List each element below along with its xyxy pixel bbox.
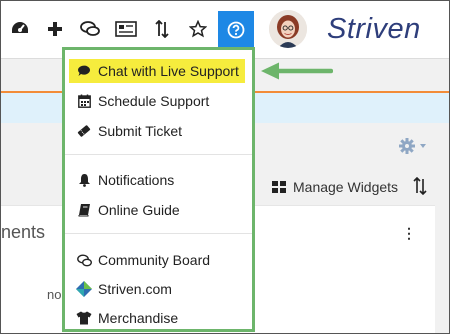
menu-item-striven-com[interactable]: Striven.com [69, 277, 172, 301]
menu-item-merchandise[interactable]: Merchandise [69, 306, 178, 330]
menu-item-community-board[interactable]: Community Board [69, 248, 210, 272]
star-icon[interactable] [184, 15, 212, 43]
chat-icon[interactable] [76, 15, 104, 43]
calendar-icon [76, 93, 92, 109]
striven-logo-icon [76, 281, 92, 297]
tshirt-icon [76, 310, 92, 326]
menu-item-online-guide[interactable]: Online Guide [69, 198, 180, 222]
menu-item-label: Striven.com [98, 281, 172, 297]
widget-panel-title: nents [1, 222, 46, 242]
menu-item-label: Chat with Live Support [98, 63, 239, 79]
settings-gear-icon[interactable] [398, 137, 428, 160]
help-dropdown-menu: Chat with Live Support Schedule Support … [62, 47, 255, 332]
menu-item-submit-ticket[interactable]: Submit Ticket [69, 119, 182, 143]
menu-item-label: Online Guide [98, 202, 180, 218]
bell-icon [76, 172, 92, 188]
help-button[interactable] [218, 11, 254, 48]
manage-widgets-button[interactable]: Manage Widgets [293, 179, 398, 195]
comments-icon [76, 252, 92, 268]
menu-item-label: Merchandise [98, 310, 179, 326]
menu-item-chat-live-support[interactable]: Chat with Live Support [69, 59, 245, 83]
book-icon [76, 202, 92, 218]
help-icon [227, 21, 245, 38]
sort-widgets-icon[interactable] [413, 176, 427, 200]
menu-item-label: Submit Ticket [98, 123, 183, 139]
chat-bubble-icon [76, 63, 92, 79]
menu-item-label: Schedule Support [98, 93, 210, 109]
widget-panel-text: no [47, 287, 62, 302]
menu-divider [65, 154, 252, 155]
menu-divider [65, 233, 252, 234]
menu-item-schedule-support[interactable]: Schedule Support [69, 89, 209, 113]
user-avatar[interactable] [269, 10, 307, 48]
callout-arrow-icon [261, 62, 333, 80]
brand-logo[interactable]: Striven [327, 13, 421, 46]
dashboard-icon[interactable] [6, 15, 34, 43]
ticket-icon [76, 123, 92, 139]
menu-item-label: Community Board [98, 252, 211, 268]
app-window: Striven Manage Widgets nents ⋮ no Chat w… [0, 0, 450, 334]
grid-icon [272, 180, 286, 198]
kebab-menu-icon[interactable]: ⋮ [402, 225, 416, 242]
menu-item-notifications[interactable]: Notifications [69, 168, 174, 192]
newspaper-icon[interactable] [112, 15, 140, 43]
menu-item-label: Notifications [98, 172, 175, 188]
sort-icon[interactable] [148, 15, 176, 43]
plus-icon[interactable] [41, 15, 69, 43]
